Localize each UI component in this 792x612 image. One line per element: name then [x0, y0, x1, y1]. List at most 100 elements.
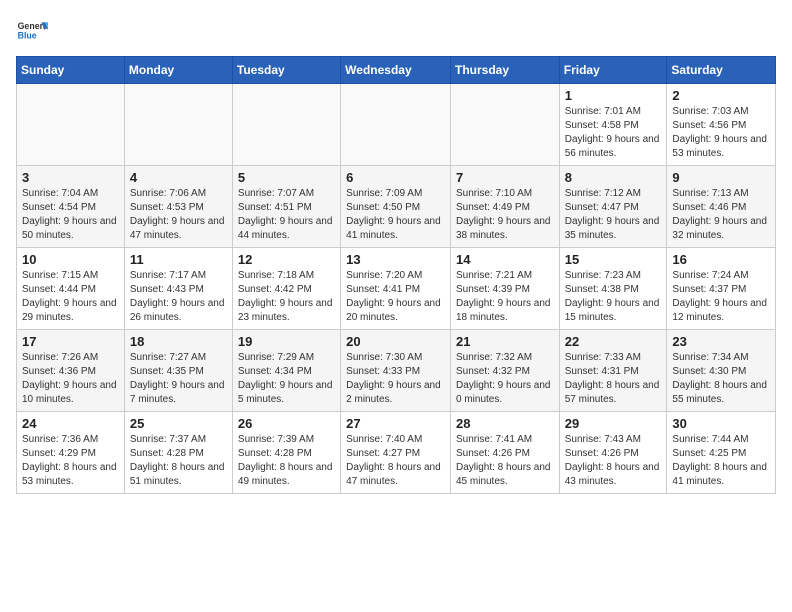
day-info: Sunrise: 7:37 AM Sunset: 4:28 PM Dayligh…: [130, 433, 227, 489]
day-number: 10: [22, 252, 119, 267]
calendar-cell: 1Sunrise: 7:01 AM Sunset: 4:58 PM Daylig…: [559, 84, 667, 166]
calendar-week-row: 1Sunrise: 7:01 AM Sunset: 4:58 PM Daylig…: [17, 84, 776, 166]
logo-icon: General Blue: [16, 16, 48, 48]
day-info: Sunrise: 7:27 AM Sunset: 4:35 PM Dayligh…: [130, 351, 227, 407]
day-info: Sunrise: 7:24 AM Sunset: 4:37 PM Dayligh…: [672, 269, 770, 325]
calendar-cell: 6Sunrise: 7:09 AM Sunset: 4:50 PM Daylig…: [341, 166, 451, 248]
day-info: Sunrise: 7:07 AM Sunset: 4:51 PM Dayligh…: [238, 187, 335, 243]
svg-text:Blue: Blue: [18, 30, 37, 40]
day-number: 22: [565, 334, 662, 349]
day-info: Sunrise: 7:33 AM Sunset: 4:31 PM Dayligh…: [565, 351, 662, 407]
calendar-cell: 29 Sunrise: 7:43 AM Sunset: 4:26 PM Dayli…: [559, 412, 667, 494]
weekday-header-tuesday: Tuesday: [232, 57, 340, 84]
calendar-cell: 7Sunrise: 7:10 AM Sunset: 4:49 PM Daylig…: [450, 166, 559, 248]
day-number: 21: [456, 334, 554, 349]
day-info: Sunrise: 7:41 AM Sunset: 4:26 PM Dayligh…: [456, 433, 554, 489]
day-info: Sunrise: 7:44 AM Sunset: 4:25 PM Dayligh…: [672, 433, 770, 489]
calendar-cell: 13 Sunrise: 7:20 AM Sunset: 4:41 PM Dayli…: [341, 248, 451, 330]
day-info: Sunrise: 7:21 AM Sunset: 4:39 PM Dayligh…: [456, 269, 554, 325]
day-info: Sunrise: 7:43 AM Sunset: 4:26 PM Dayligh…: [565, 433, 662, 489]
calendar-cell: [232, 84, 340, 166]
calendar-cell: 20 Sunrise: 7:30 AM Sunset: 4:33 PM Dayli…: [341, 330, 451, 412]
day-info: Sunrise: 7:39 AM Sunset: 4:28 PM Dayligh…: [238, 433, 335, 489]
calendar-week-row: 3 Sunrise: 7:04 AM Sunset: 4:54 PM Daylig…: [17, 166, 776, 248]
calendar-cell: 18 Sunrise: 7:27 AM Sunset: 4:35 PM Dayli…: [124, 330, 232, 412]
calendar-cell: 14 Sunrise: 7:21 AM Sunset: 4:39 PM Dayli…: [450, 248, 559, 330]
calendar-cell: 26 Sunrise: 7:39 AM Sunset: 4:28 PM Dayli…: [232, 412, 340, 494]
calendar-cell: 21 Sunrise: 7:32 AM Sunset: 4:32 PM Dayli…: [450, 330, 559, 412]
calendar-week-row: 10 Sunrise: 7:15 AM Sunset: 4:44 PM Dayli…: [17, 248, 776, 330]
weekday-header-monday: Monday: [124, 57, 232, 84]
day-info: Sunrise: 7:09 AM Sunset: 4:50 PM Dayligh…: [346, 187, 445, 243]
calendar-cell: 16 Sunrise: 7:24 AM Sunset: 4:37 PM Dayli…: [667, 248, 776, 330]
calendar-cell: 24 Sunrise: 7:36 AM Sunset: 4:29 PM Dayli…: [17, 412, 125, 494]
calendar-cell: 22 Sunrise: 7:33 AM Sunset: 4:31 PM Dayli…: [559, 330, 667, 412]
weekday-header-friday: Friday: [559, 57, 667, 84]
calendar-cell: 25 Sunrise: 7:37 AM Sunset: 4:28 PM Dayli…: [124, 412, 232, 494]
calendar-cell: 19 Sunrise: 7:29 AM Sunset: 4:34 PM Dayli…: [232, 330, 340, 412]
day-info: Sunrise: 7:36 AM Sunset: 4:29 PM Dayligh…: [22, 433, 119, 489]
calendar-cell: 9 Sunrise: 7:13 AM Sunset: 4:46 PM Daylig…: [667, 166, 776, 248]
day-info: Sunrise: 7:34 AM Sunset: 4:30 PM Dayligh…: [672, 351, 770, 407]
calendar-cell: 15Sunrise: 7:23 AM Sunset: 4:38 PM Dayli…: [559, 248, 667, 330]
day-info: Sunrise: 7:13 AM Sunset: 4:46 PM Dayligh…: [672, 187, 770, 243]
day-number: 27: [346, 416, 445, 431]
day-number: 25: [130, 416, 227, 431]
day-info: Sunrise: 7:06 AM Sunset: 4:53 PM Dayligh…: [130, 187, 227, 243]
day-number: 7: [456, 170, 554, 185]
calendar-cell: 28Sunrise: 7:41 AM Sunset: 4:26 PM Dayli…: [450, 412, 559, 494]
calendar-table: SundayMondayTuesdayWednesdayThursdayFrid…: [16, 56, 776, 494]
day-number: 11: [130, 252, 227, 267]
day-number: 19: [238, 334, 335, 349]
day-number: 13: [346, 252, 445, 267]
day-number: 4: [130, 170, 227, 185]
logo: General Blue: [16, 16, 48, 48]
day-number: 24: [22, 416, 119, 431]
day-info: Sunrise: 7:32 AM Sunset: 4:32 PM Dayligh…: [456, 351, 554, 407]
calendar-week-row: 24 Sunrise: 7:36 AM Sunset: 4:29 PM Dayli…: [17, 412, 776, 494]
weekday-header-wednesday: Wednesday: [341, 57, 451, 84]
day-number: 30: [672, 416, 770, 431]
calendar-cell: 3 Sunrise: 7:04 AM Sunset: 4:54 PM Daylig…: [17, 166, 125, 248]
day-info: Sunrise: 7:12 AM Sunset: 4:47 PM Dayligh…: [565, 187, 662, 243]
day-info: Sunrise: 7:03 AM Sunset: 4:56 PM Dayligh…: [672, 105, 770, 161]
calendar-cell: 8 Sunrise: 7:12 AM Sunset: 4:47 PM Daylig…: [559, 166, 667, 248]
calendar-cell: [341, 84, 451, 166]
day-number: 23: [672, 334, 770, 349]
day-info: Sunrise: 7:23 AM Sunset: 4:38 PM Dayligh…: [565, 269, 662, 325]
day-info: Sunrise: 7:18 AM Sunset: 4:42 PM Dayligh…: [238, 269, 335, 325]
day-number: 1: [565, 88, 662, 103]
day-number: 12: [238, 252, 335, 267]
day-number: 8: [565, 170, 662, 185]
day-number: 2: [672, 88, 770, 103]
day-info: Sunrise: 7:29 AM Sunset: 4:34 PM Dayligh…: [238, 351, 335, 407]
day-number: 17: [22, 334, 119, 349]
day-number: 26: [238, 416, 335, 431]
calendar-cell: 12 Sunrise: 7:18 AM Sunset: 4:42 PM Dayli…: [232, 248, 340, 330]
weekday-header-saturday: Saturday: [667, 57, 776, 84]
calendar-cell: 11 Sunrise: 7:17 AM Sunset: 4:43 PM Dayli…: [124, 248, 232, 330]
day-info: Sunrise: 7:20 AM Sunset: 4:41 PM Dayligh…: [346, 269, 445, 325]
calendar-cell: 10 Sunrise: 7:15 AM Sunset: 4:44 PM Dayli…: [17, 248, 125, 330]
day-number: 18: [130, 334, 227, 349]
day-info: Sunrise: 7:26 AM Sunset: 4:36 PM Dayligh…: [22, 351, 119, 407]
calendar-cell: 30 Sunrise: 7:44 AM Sunset: 4:25 PM Dayli…: [667, 412, 776, 494]
day-number: 14: [456, 252, 554, 267]
day-info: Sunrise: 7:04 AM Sunset: 4:54 PM Dayligh…: [22, 187, 119, 243]
calendar-cell: [450, 84, 559, 166]
calendar-cell: 23 Sunrise: 7:34 AM Sunset: 4:30 PM Dayli…: [667, 330, 776, 412]
day-number: 16: [672, 252, 770, 267]
calendar-cell: 2 Sunrise: 7:03 AM Sunset: 4:56 PM Daylig…: [667, 84, 776, 166]
calendar-week-row: 17 Sunrise: 7:26 AM Sunset: 4:36 PM Dayli…: [17, 330, 776, 412]
day-number: 20: [346, 334, 445, 349]
day-info: Sunrise: 7:17 AM Sunset: 4:43 PM Dayligh…: [130, 269, 227, 325]
calendar-cell: [17, 84, 125, 166]
day-number: 5: [238, 170, 335, 185]
day-number: 29: [565, 416, 662, 431]
day-info: Sunrise: 7:15 AM Sunset: 4:44 PM Dayligh…: [22, 269, 119, 325]
day-number: 3: [22, 170, 119, 185]
calendar-cell: [124, 84, 232, 166]
day-number: 9: [672, 170, 770, 185]
calendar-header-row: SundayMondayTuesdayWednesdayThursdayFrid…: [17, 57, 776, 84]
day-info: Sunrise: 7:30 AM Sunset: 4:33 PM Dayligh…: [346, 351, 445, 407]
